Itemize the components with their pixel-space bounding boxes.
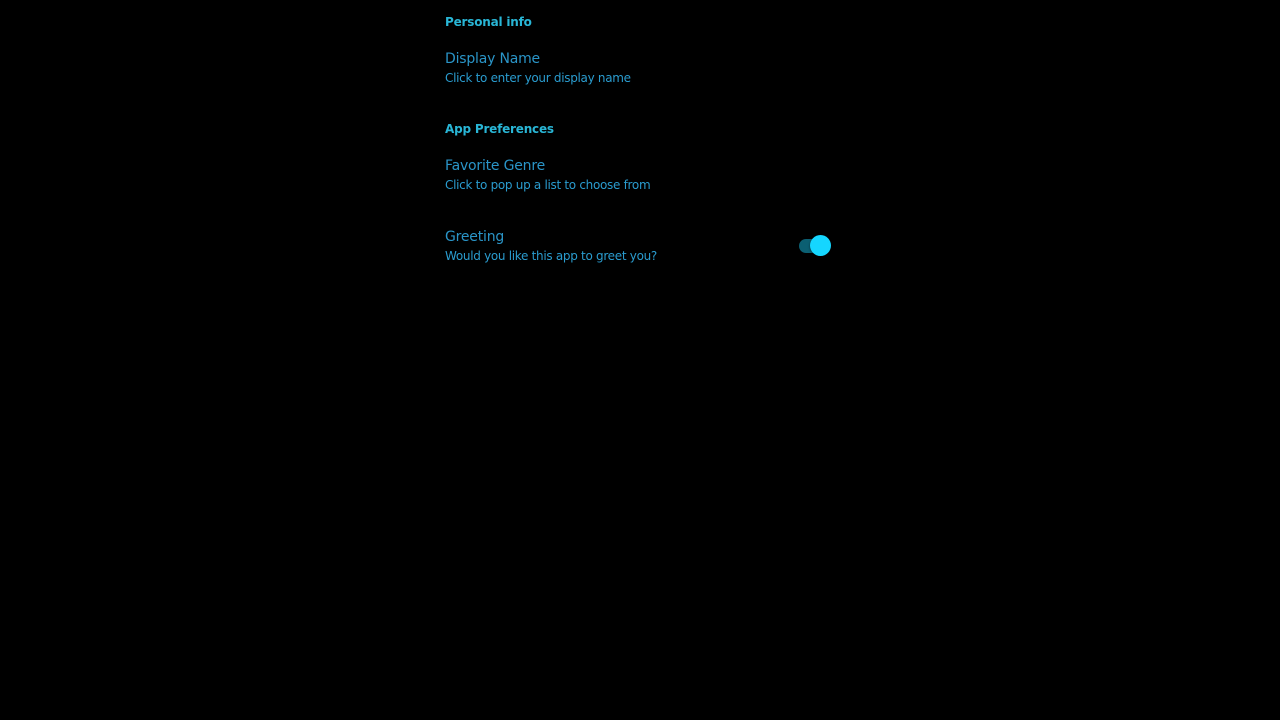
pref-summary: Click to enter your display name [445, 71, 631, 85]
pref-favorite-genre[interactable]: Favorite Genre Click to pop up a list to… [445, 158, 835, 206]
pref-title: Greeting [445, 229, 505, 245]
pref-title: Favorite Genre [445, 158, 545, 174]
greeting-switch[interactable] [797, 235, 831, 257]
switch-thumb [810, 235, 831, 256]
pref-greeting[interactable]: Greeting Would you like this app to gree… [445, 229, 835, 277]
pref-display-name[interactable]: Display Name Click to enter your display… [445, 51, 835, 99]
pref-summary: Click to pop up a list to choose from [445, 178, 651, 192]
section-header-personal-info: Personal info [445, 15, 532, 29]
pref-title: Display Name [445, 51, 540, 67]
pref-summary: Would you like this app to greet you? [445, 249, 657, 263]
section-header-app-preferences: App Preferences [445, 122, 554, 136]
